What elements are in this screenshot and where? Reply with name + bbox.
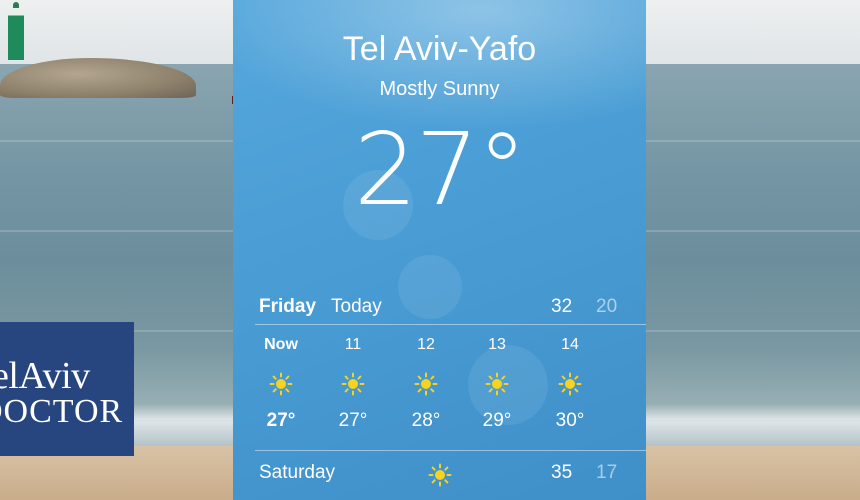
hour-temp: 27° xyxy=(338,410,368,431)
hour-time: 14 xyxy=(561,336,579,353)
low-temp: 17 xyxy=(596,462,618,483)
weather-panel[interactable]: Tel Aviv-Yafo Mostly Sunny 27° Friday To… xyxy=(233,0,646,500)
hour-item: 12 28° xyxy=(396,334,456,432)
hour-item: 11 27° xyxy=(323,334,383,432)
hour-time: Now xyxy=(264,336,298,353)
sun-icon xyxy=(558,372,582,396)
day-row-today: Friday Today 32 20 xyxy=(233,290,646,324)
sun-icon xyxy=(485,372,509,396)
sun-icon xyxy=(428,463,452,487)
telaviv-doctor-logo: TelAviv DOCTOR xyxy=(0,322,134,456)
high-temp: 35 xyxy=(551,462,573,483)
sun-icon xyxy=(414,372,438,396)
hour-temp: 30° xyxy=(555,410,585,431)
hour-temp: 29° xyxy=(482,410,512,431)
high-temp: 32 xyxy=(551,296,573,317)
current-temperature: 27° xyxy=(353,111,527,228)
hourly-forecast[interactable]: Now 27° 11 27° 12 28° 13 29° 14 30° xyxy=(233,334,646,442)
hour-item: 13 29° xyxy=(467,334,527,432)
logo-text-line1: TelAviv xyxy=(0,355,90,397)
day-name: Friday xyxy=(259,296,317,317)
hour-item: Now 27° xyxy=(251,334,311,432)
hour-time: 12 xyxy=(417,336,435,353)
low-temp: 20 xyxy=(596,296,618,317)
logo-text-line2: DOCTOR xyxy=(0,393,124,430)
lighthouse xyxy=(8,2,24,60)
hour-time: 13 xyxy=(488,336,506,353)
sun-icon xyxy=(269,372,293,396)
hour-item: 14 30° xyxy=(540,334,600,432)
hour-temp: 27° xyxy=(266,410,296,431)
hour-time: 11 xyxy=(344,336,362,353)
day-label: Today xyxy=(331,296,382,317)
day-name: Saturday xyxy=(259,462,336,483)
city-name: Tel Aviv-Yafo xyxy=(342,30,537,68)
divider xyxy=(255,450,646,451)
weather-condition: Mostly Sunny xyxy=(379,78,500,100)
hour-temp: 28° xyxy=(411,410,441,431)
divider xyxy=(255,324,646,325)
sun-icon xyxy=(341,372,365,396)
